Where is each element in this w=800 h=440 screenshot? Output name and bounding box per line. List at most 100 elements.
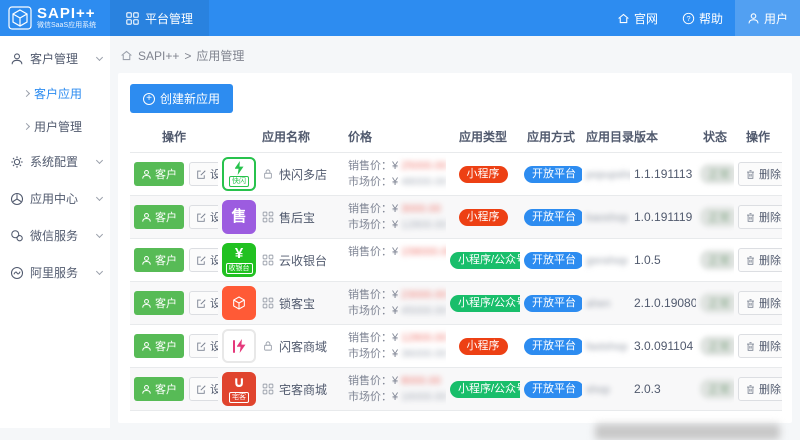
table-row: 客户 设置 ∪ [130,367,782,411]
delete-button[interactable]: 删除 [738,162,782,186]
trash-icon [747,384,754,394]
sale-price-line: 销售价：¥ 8000.00 [348,375,441,387]
sale-price-value-blurred: 8000.00 [401,375,441,387]
app-method-badge: 开放平台 [524,251,582,269]
svg-text:?: ? [686,13,690,22]
app-version: 1.0.191119 [630,195,696,239]
status-badge: 正常 [700,293,734,313]
delete-button[interactable]: 删除 [738,377,782,401]
lightning-icon [234,161,244,175]
wechat-icon [11,229,23,241]
pagination-row [130,424,780,440]
settings-button[interactable]: 设置 [189,377,218,401]
settings-button[interactable]: 设置 [189,205,218,229]
user-icon [748,12,759,23]
sidebar-item-system-config[interactable]: 系统配置 [0,143,110,180]
breadcrumb-root[interactable]: SAPI++ [138,49,179,63]
app-type-badge: 小程序 [458,165,508,183]
market-price-value-blurred: 12800.00 [401,219,446,231]
app-type-badge: 小程序 [458,337,508,355]
sidebar-item-user-management[interactable]: 用户管理 [0,110,110,143]
delete-button[interactable]: 删除 [738,291,782,315]
person-icon [11,52,23,64]
person-icon [142,341,151,351]
chevron-right-icon [22,122,31,131]
status-badge: 正常 [700,164,734,184]
icon-label: 宅客 [229,392,249,403]
app-table-body: 客户 设置 [130,152,782,411]
app-icon [222,329,256,363]
icon-glyph: 售 [231,208,247,225]
app-version: 1.1.191113 [630,152,696,196]
breadcrumb-separator: > [184,48,192,63]
sidebar-item-app-center[interactable]: 应用中心 [0,180,110,217]
sale-price-value-blurred: 12800.00 [401,332,446,344]
grid-icon [262,383,274,395]
app-method-badge: 开放平台 [524,294,582,312]
customer-button[interactable]: 客户 [134,248,184,272]
nav-help[interactable]: ? 帮助 [670,0,735,36]
edit-icon [197,255,206,265]
top-header: SAPI++ 微信SaaS应用系统 平台管理 官网 ? 帮助 用户 [0,0,800,36]
customer-button[interactable]: 客户 [134,205,184,229]
logo-title: SAPI++ [37,5,96,22]
trash-icon [747,255,754,265]
app-icon: ¥ 收银台 [222,243,256,277]
app-name[interactable]: 闪客商域 [279,338,327,355]
person-icon [142,298,151,308]
app-name[interactable]: 售后宝 [279,209,315,226]
logo-subtitle: 微信SaaS应用系统 [37,22,97,29]
sale-price-value-blurred: 3000.00 [401,203,441,215]
market-price-line: 市场价：¥ 36000.00 [348,348,446,360]
home-icon [121,50,132,61]
sidebar-item-customer-apps[interactable]: 客户应用 [0,77,110,110]
sale-price-value-blurred: 158000.00 [401,246,446,258]
settings-button[interactable]: 设置 [189,162,218,186]
table-row: 客户 设置 售 [130,195,782,239]
customer-button[interactable]: 客户 [134,162,184,186]
app-icon: 售 [222,200,256,234]
sidebar-item-wechat-services[interactable]: 微信服务 [0,217,110,254]
delete-button[interactable]: 删除 [738,334,782,358]
breadcrumb-current: 应用管理 [196,49,245,63]
sidebar-item-ali-services[interactable]: 阿里服务 [0,254,110,291]
delete-button[interactable]: 删除 [738,205,782,229]
status-badge: 正常 [700,379,734,399]
app-version: 3.0.091104 [630,324,696,368]
delete-button[interactable]: 删除 [738,248,782,272]
settings-button[interactable]: 设置 [189,334,218,358]
status-badge: 正常 [700,250,734,270]
chevron-down-icon [95,193,104,201]
app-name[interactable]: 快闪多店 [279,166,327,183]
app-name[interactable]: 锁客宝 [279,295,315,312]
gear-icon [11,155,23,168]
settings-button[interactable]: 设置 [189,291,218,315]
grid-icon [262,211,274,223]
nav-site[interactable]: 官网 [605,0,670,36]
chevron-down-icon [95,230,104,238]
col-header-status: 状态 [696,123,734,153]
trash-icon [747,212,754,222]
table-row: 客户 设置 [130,152,782,196]
app-icon: 快闪 [222,157,256,191]
status-badge: 正常 [700,207,734,227]
icon-glyph: ¥ [234,245,244,262]
app-name[interactable]: 云收银台 [279,252,327,269]
col-header-version: 版本 [630,123,696,153]
customer-button[interactable]: 客户 [134,334,184,358]
lightning-icon [236,339,246,353]
pagination-blurred[interactable] [595,424,780,440]
app-name[interactable]: 宅客商城 [279,381,327,398]
customer-button[interactable]: 客户 [134,377,184,401]
sidebar-item-customer-management[interactable]: 客户管理 [0,40,110,77]
app-icon [222,286,256,320]
home-icon [618,13,629,23]
tab-platform-management[interactable]: 平台管理 [110,0,210,36]
icon-label: 快闪 [229,176,249,187]
customer-button[interactable]: 客户 [134,291,184,315]
settings-button[interactable]: 设置 [189,248,218,272]
table-row: 客户 设置 [130,281,782,325]
nav-user[interactable]: 用户 [734,0,800,36]
lock-icon [262,168,274,180]
create-app-button[interactable]: + 创建新应用 [130,84,234,113]
